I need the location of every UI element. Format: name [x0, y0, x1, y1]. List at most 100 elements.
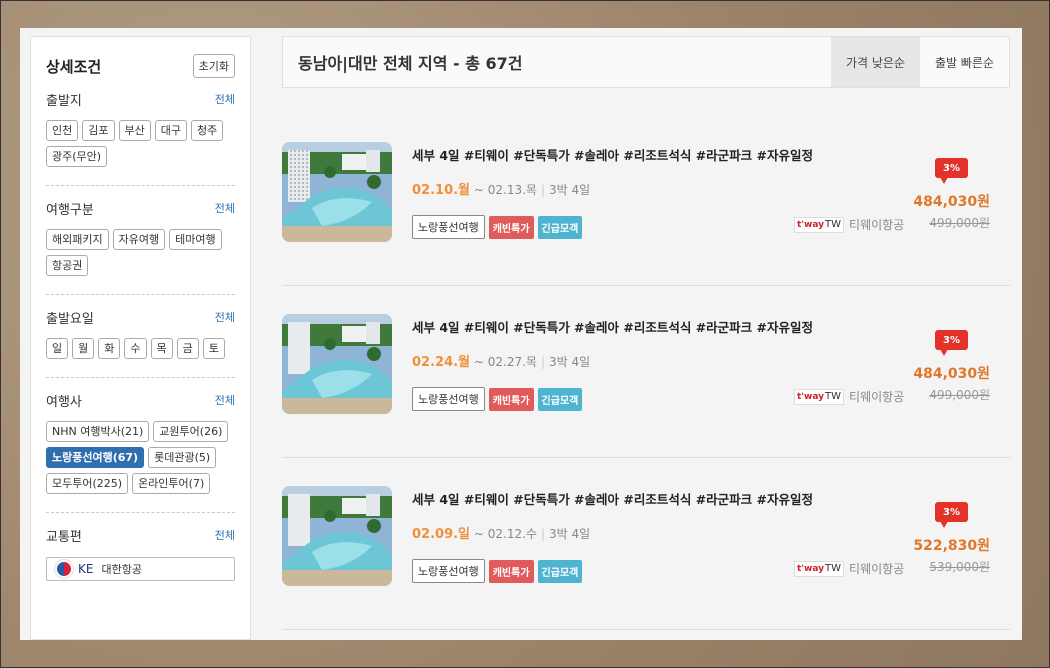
- original-price: 499,000원: [929, 216, 990, 230]
- airline-info: t'way TW 티웨이항공: [794, 560, 904, 577]
- chip-daegu[interactable]: 대구: [154, 120, 187, 141]
- product-title[interactable]: 세부 4일 #티웨이 #단독특가 #솔레아 #리조트석식 #라군파크 #자유일정: [412, 489, 813, 508]
- section-divider: [46, 377, 235, 378]
- section-divider: [46, 185, 235, 186]
- product-thumbnail[interactable]: [282, 314, 392, 414]
- airline-info: t'way TW 티웨이항공: [794, 216, 904, 233]
- product-title[interactable]: 세부 4일 #티웨이 #단독특가 #솔레아 #리조트석식 #라군파크 #자유일정: [412, 145, 813, 164]
- product-title[interactable]: 세부 4일 #티웨이 #단독특가 #솔레아 #리조트석식 #라군파크 #자유일정: [412, 317, 813, 336]
- trip-duration: 3박 4일: [548, 527, 591, 541]
- tway-logo-icon: t'way TW: [794, 388, 845, 405]
- chip-agency-yellowballoon[interactable]: 노랑풍선여행(67): [46, 447, 145, 468]
- discount-badge: 3%: [935, 158, 968, 184]
- chip-agency-kyowon[interactable]: 교원투어(26): [153, 421, 229, 442]
- chip-incheon[interactable]: 인천: [46, 120, 79, 141]
- original-price: 539,000원: [929, 560, 990, 574]
- all-link-transport[interactable]: 전체: [215, 527, 235, 543]
- chip-agency-modetour[interactable]: 모두투어(225): [46, 473, 129, 494]
- date-end: ~ 02.27.목: [473, 355, 537, 369]
- tag-urgent: 긴급모객: [537, 387, 583, 411]
- chip-fri[interactable]: 금: [176, 338, 199, 359]
- tag-cabin-sale: 캐빈특가: [488, 215, 534, 239]
- all-link-departure[interactable]: 전체: [215, 91, 235, 107]
- airline-filter-korean-air[interactable]: KE 대한항공: [46, 557, 235, 581]
- sort-departure-early[interactable]: 출발 빠른순: [920, 37, 1009, 87]
- chip-package[interactable]: 해외패키지: [46, 229, 109, 250]
- date-end: ~ 02.13.목: [473, 183, 537, 197]
- list-item[interactable]: 세부 4일 #티웨이 #단독특가 #솔레아 #리조트석식 #라군파크 #자유일정…: [282, 458, 1010, 630]
- date-start: 02.24.월: [412, 355, 471, 370]
- section-title-departure: 출발지: [46, 93, 82, 109]
- airline-name: 티웨이항공: [849, 562, 905, 576]
- section-divider: [46, 294, 235, 295]
- result-header: 동남아|대만 전체 지역 - 총 67건 가격 낮은순 출발 빠른순: [282, 36, 1010, 88]
- section-title-travel-type: 여행구분: [46, 202, 94, 218]
- tag-agency: 노랑풍선여행: [412, 559, 485, 583]
- browser-content: 상세조건 초기화 출발지 전체 인천 김포 부산 대구 청주 광주(무안) 여행…: [20, 28, 1022, 640]
- chip-thu[interactable]: 목: [150, 338, 173, 359]
- section-divider: [46, 512, 235, 513]
- airline-name: 티웨이항공: [849, 218, 905, 232]
- product-thumbnail[interactable]: [282, 486, 392, 586]
- date-end: ~ 02.12.수: [473, 527, 537, 541]
- airline-name: 티웨이항공: [849, 390, 905, 404]
- chip-cheongju[interactable]: 청주: [191, 120, 224, 141]
- airline-name: 대한항공: [101, 563, 142, 576]
- departure-section: 출발지 전체 인천 김포 부산 대구 청주 광주(무안): [31, 89, 250, 167]
- chip-agency-onlinetour[interactable]: 온라인투어(7): [132, 473, 211, 494]
- trip-duration: 3박 4일: [548, 183, 591, 197]
- sidebar-title: 상세조건: [46, 57, 102, 76]
- product-tags: 노랑풍선여행 캐빈특가 긴급모객: [412, 215, 583, 239]
- travel-dates: 02.24.월 ~ 02.27.목 | 3박 4일: [412, 355, 591, 370]
- list-item[interactable]: 세부 4일 #티웨이 #단독특가 #솔레아 #리조트석식 #라군파크 #자유일정…: [282, 114, 1010, 286]
- all-link-travel-type[interactable]: 전체: [215, 200, 235, 216]
- korean-air-logo-icon: [55, 560, 73, 578]
- chip-free-travel[interactable]: 자유여행: [112, 229, 166, 250]
- chip-tue[interactable]: 화: [98, 338, 121, 359]
- chip-theme-travel[interactable]: 테마여행: [169, 229, 222, 250]
- tag-urgent: 긴급모객: [537, 559, 583, 583]
- sort-price-low[interactable]: 가격 낮은순: [831, 37, 920, 87]
- section-title-agency: 여행사: [46, 394, 82, 410]
- chip-gwangju[interactable]: 광주(무안): [46, 146, 108, 167]
- list-item[interactable]: 세부 4일 #티웨이 #단독특가 #솔레아 #리조트석식 #라군파크 #자유일정…: [282, 286, 1010, 458]
- tag-urgent: 긴급모객: [537, 215, 583, 239]
- date-start: 02.10.월: [412, 183, 471, 198]
- sale-price: 522,830원: [913, 538, 990, 554]
- travel-type-section: 여행구분 전체 해외패키지 자유여행 테마여행 항공권: [31, 198, 250, 276]
- tway-logo-icon: t'way TW: [794, 216, 845, 233]
- chip-busan[interactable]: 부산: [118, 120, 151, 141]
- all-link-agency[interactable]: 전체: [215, 392, 235, 408]
- reset-button[interactable]: 초기화: [192, 54, 235, 78]
- chip-agency-lotte[interactable]: 롯데관광(5): [148, 447, 217, 468]
- tag-agency: 노랑풍선여행: [412, 387, 485, 411]
- product-thumbnail[interactable]: [282, 142, 392, 242]
- product-tags: 노랑풍선여행 캐빈특가 긴급모객: [412, 387, 583, 411]
- airline-info: t'way TW 티웨이항공: [794, 388, 904, 405]
- product-list: 세부 4일 #티웨이 #단독특가 #솔레아 #리조트석식 #라군파크 #자유일정…: [282, 114, 1010, 630]
- chip-agency-nhn[interactable]: NHN 여행박사(21): [46, 421, 150, 442]
- transport-section: 교통편 전체 KE 대한항공: [31, 525, 250, 581]
- filter-sidebar: 상세조건 초기화 출발지 전체 인천 김포 부산 대구 청주 광주(무안) 여행…: [30, 36, 251, 640]
- chip-gimpo[interactable]: 김포: [82, 120, 115, 141]
- discount-badge: 3%: [935, 330, 968, 356]
- all-link-weekday[interactable]: 전체: [215, 309, 235, 325]
- travel-dates: 02.10.월 ~ 02.13.목 | 3박 4일: [412, 183, 591, 198]
- chip-sun[interactable]: 일: [46, 338, 69, 359]
- chip-mon[interactable]: 월: [72, 338, 95, 359]
- tag-cabin-sale: 캐빈특가: [488, 559, 534, 583]
- chip-wed[interactable]: 수: [124, 338, 147, 359]
- section-title-weekday: 출발요일: [46, 311, 94, 327]
- airline-code: KE: [78, 562, 94, 576]
- tag-agency: 노랑풍선여행: [412, 215, 485, 239]
- product-tags: 노랑풍선여행 캐빈특가 긴급모객: [412, 559, 583, 583]
- agency-section: 여행사 전체 NHN 여행박사(21) 교원투어(26) 노랑풍선여행(67) …: [31, 390, 250, 494]
- sale-price: 484,030원: [913, 366, 990, 382]
- discount-badge: 3%: [935, 502, 968, 528]
- sale-price: 484,030원: [913, 194, 990, 210]
- travel-dates: 02.09.일 ~ 02.12.수 | 3박 4일: [412, 527, 591, 542]
- trip-duration: 3박 4일: [548, 355, 591, 369]
- chip-sat[interactable]: 토: [202, 338, 225, 359]
- chip-air-ticket[interactable]: 항공권: [46, 255, 89, 276]
- weekday-section: 출발요일 전체 일 월 화 수 목 금 토: [31, 307, 250, 359]
